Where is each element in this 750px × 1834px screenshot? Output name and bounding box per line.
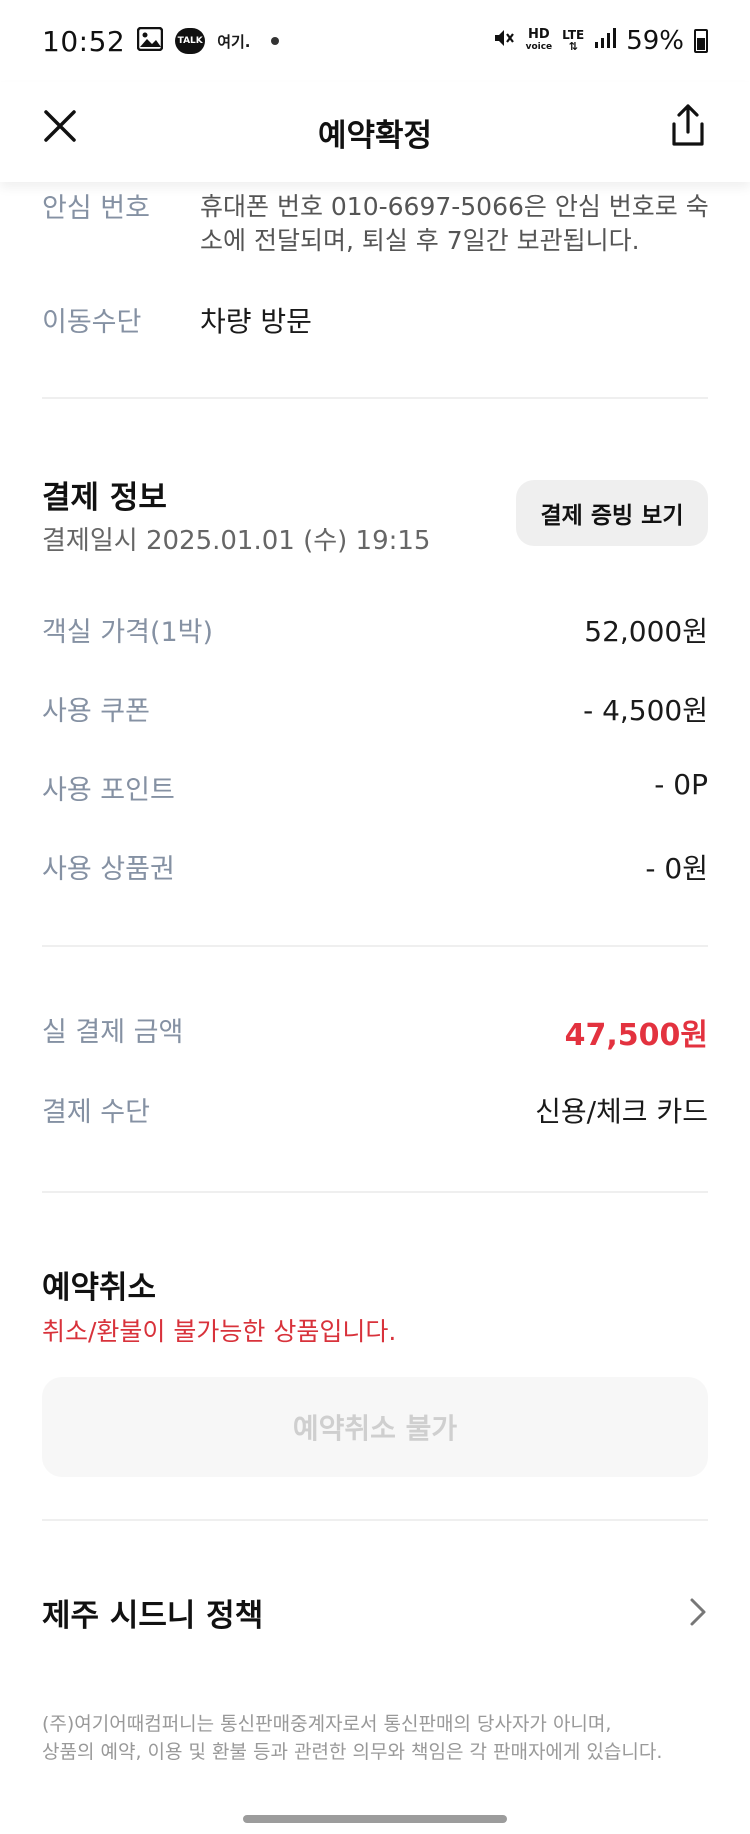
- price-row-value: - 0원: [645, 852, 708, 885]
- mute-icon: [492, 26, 516, 57]
- home-indicator[interactable]: [243, 1815, 507, 1823]
- share-icon: [672, 104, 704, 146]
- lte-icon: LTE ⇅: [562, 29, 584, 53]
- price-row-voucher: 사용 상품권 - 0원: [42, 847, 708, 887]
- hd-voice-icon: HD voice: [525, 27, 553, 53]
- close-icon: [44, 110, 76, 142]
- page-title: 예약확정: [317, 117, 433, 154]
- price-row-room: 객실 가격(1박) 52,000원: [42, 610, 708, 650]
- battery-percent: 59%: [626, 26, 684, 56]
- price-row-value: 52,000원: [584, 615, 708, 648]
- lte-arrows-icon: ⇅: [568, 40, 578, 53]
- legal-footer: (주)여기어때컴퍼니는 통신판매중계자로서 통신판매의 당사자가 아니며, 상품…: [42, 1710, 722, 1766]
- price-row-label: 사용 쿠폰: [42, 696, 150, 727]
- transport-label: 이동수단: [42, 307, 142, 338]
- divider: [42, 945, 708, 947]
- total-payment-value: 47,500원: [564, 1018, 708, 1053]
- hd-label: HD: [528, 27, 550, 42]
- battery-icon: [694, 29, 708, 53]
- legal-footer-line: 상품의 예약, 이용 및 환불 등과 관련한 의무와 책임은 각 판매자에게 있…: [42, 1741, 663, 1763]
- payment-method-value: 신용/체크 카드: [535, 1095, 708, 1128]
- price-row-points: 사용 포인트 - 0P: [42, 768, 708, 807]
- cancel-notice: 취소/환불이 불가능한 상품입니다.: [42, 1317, 397, 1346]
- divider: [42, 1191, 708, 1193]
- status-time: 10:52: [42, 24, 126, 58]
- signal-icon: [594, 26, 617, 56]
- transport-value: 차량 방문: [200, 305, 312, 338]
- price-row-coupon: 사용 쿠폰 - 4,500원: [42, 689, 708, 729]
- gallery-notification-icon: [136, 26, 164, 55]
- property-policy-link[interactable]: 제주 시드니 정책: [42, 1582, 708, 1642]
- divider: [42, 397, 708, 399]
- price-row-value: - 4,500원: [583, 694, 708, 727]
- kakaotalk-notification-icon: TALK: [175, 28, 206, 54]
- price-row-label: 객실 가격(1박): [42, 617, 214, 648]
- status-left: 10:52 TALK 여기.: [42, 25, 279, 58]
- payment-method-label: 결제 수단: [42, 1097, 150, 1128]
- legal-footer-line: (주)여기어때컴퍼니는 통신판매중계자로서 통신판매의 당사자가 아니며,: [42, 1713, 612, 1735]
- chevron-right-icon: [690, 1598, 706, 1626]
- payment-date: 결제일시 2025.01.01 (수) 19:15: [42, 526, 431, 556]
- close-button[interactable]: [40, 106, 80, 146]
- status-right: HD voice LTE ⇅ 59%: [492, 26, 708, 57]
- voice-label: voice: [525, 42, 553, 52]
- total-payment-row: 실 결제 금액 47,500원: [42, 1010, 708, 1054]
- price-row-value: - 0P: [654, 768, 708, 801]
- divider: [42, 1519, 708, 1521]
- property-policy-title: 제주 시드니 정책: [42, 1597, 264, 1634]
- safe-number-text: 휴대폰 번호 010-6697-5066은 안심 번호로 숙소에 전달되며, 퇴…: [200, 192, 709, 255]
- safe-number-label: 안심 번호: [42, 193, 150, 224]
- payment-method-row: 결제 수단 신용/체크 카드: [42, 1090, 708, 1130]
- cancel-section-title: 예약취소: [42, 1270, 157, 1306]
- status-bar: 10:52 TALK 여기. HD voice LTE ⇅ 59%: [0, 0, 750, 82]
- payment-receipt-button[interactable]: 결제 증빙 보기: [516, 480, 708, 546]
- price-row-label: 사용 상품권: [42, 854, 175, 885]
- talk-label: TALK: [177, 36, 203, 46]
- yeogi-notification-icon: 여기.: [217, 32, 251, 51]
- total-payment-label: 실 결제 금액: [42, 1017, 184, 1048]
- price-row-label: 사용 포인트: [42, 775, 175, 806]
- top-app-bar: 예약확정: [0, 82, 750, 182]
- more-notifications-dot-icon: [270, 37, 279, 45]
- share-button[interactable]: [666, 102, 710, 150]
- payment-section-title: 결제 정보: [42, 480, 167, 516]
- cancel-reservation-button: 예약취소 불가: [42, 1377, 708, 1477]
